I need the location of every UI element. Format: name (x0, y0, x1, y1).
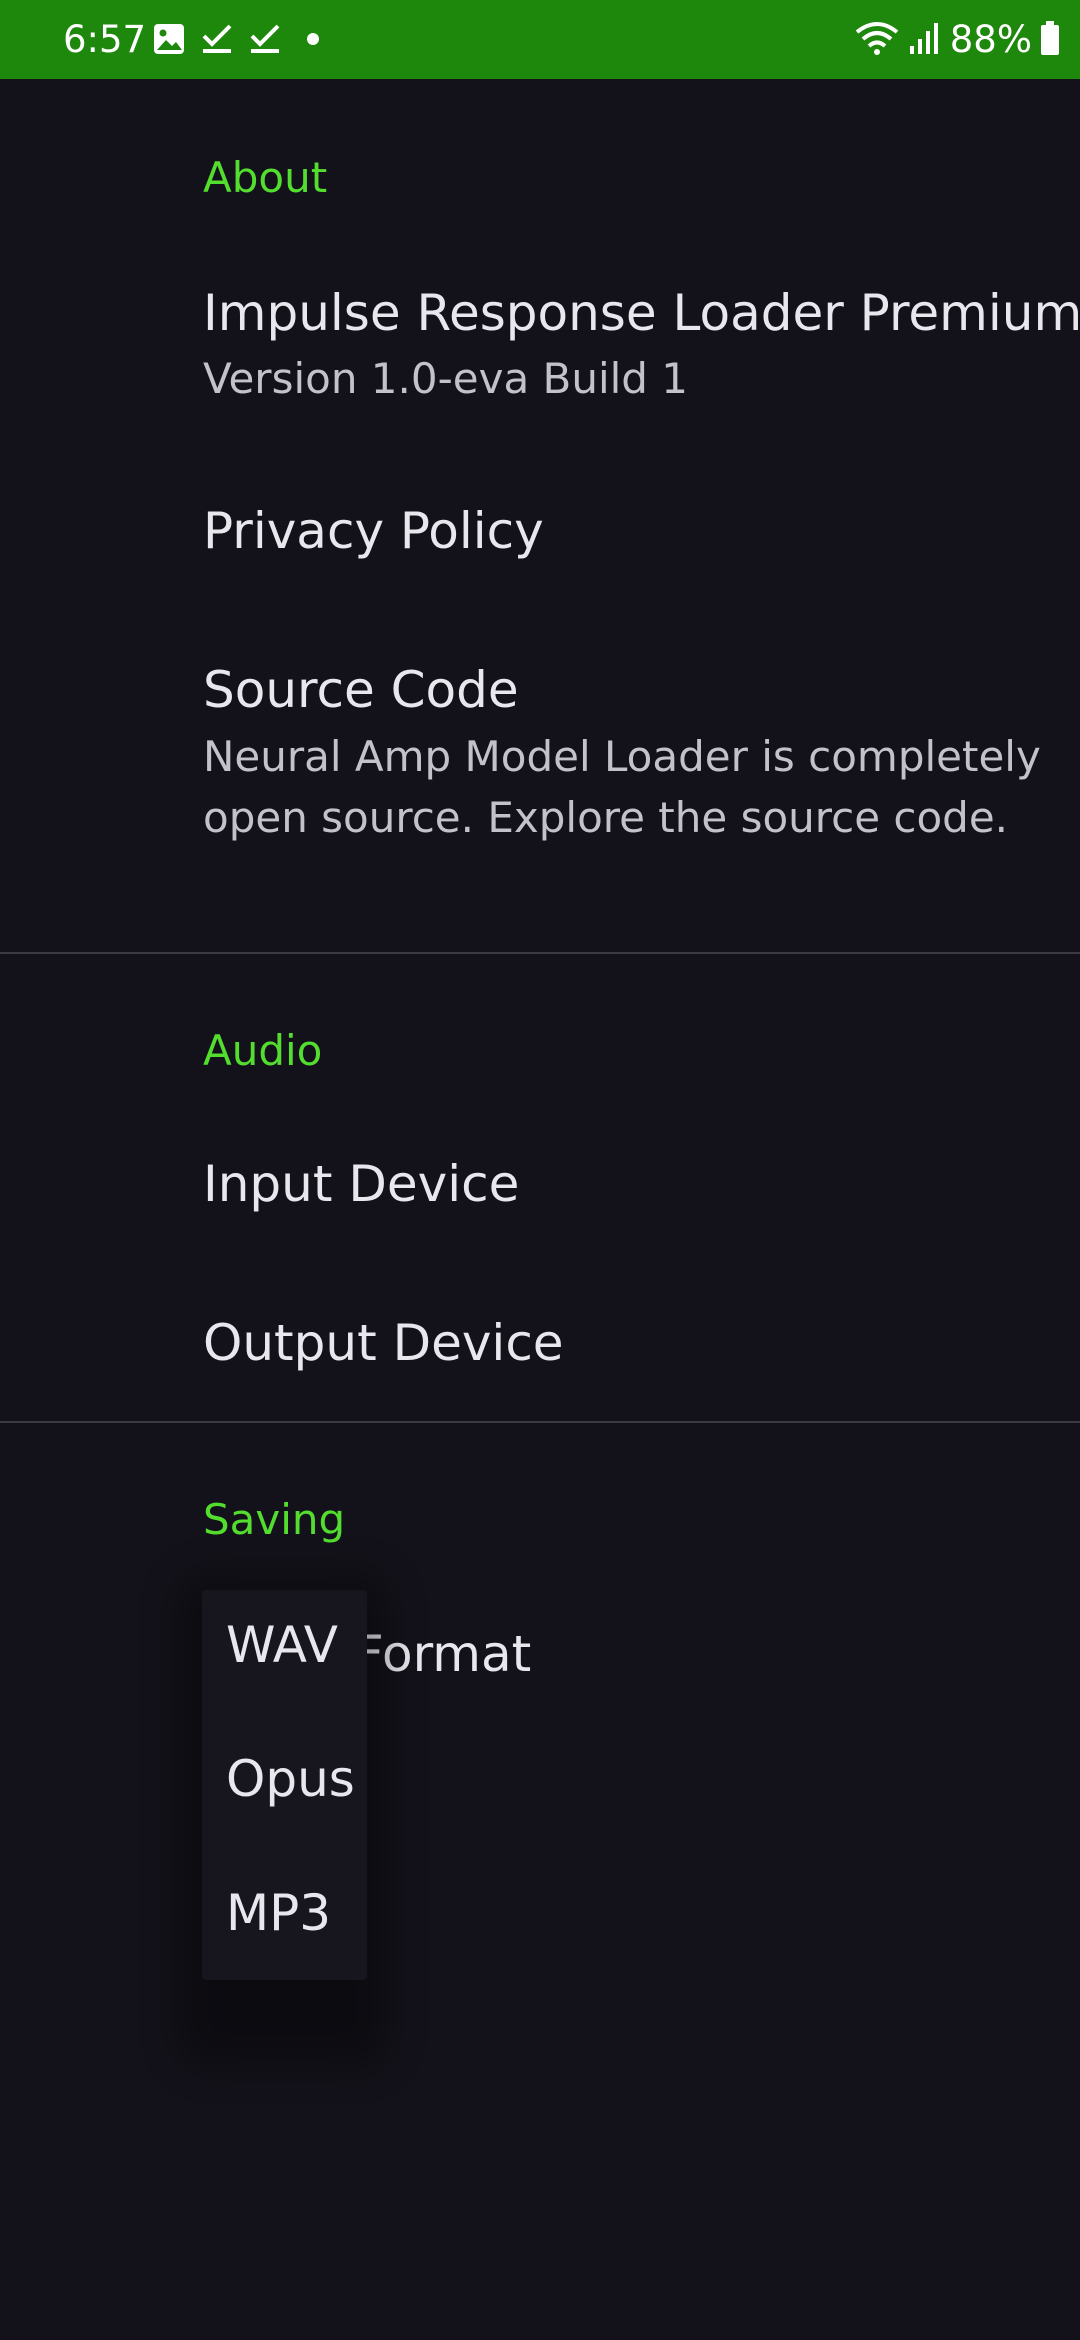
format-dropdown-menu: WAV Opus MP3 (202, 1590, 367, 1980)
pref-source-summary: Neural Amp Model Loader is completely op… (203, 732, 1041, 842)
gallery-icon (152, 22, 186, 56)
pref-privacy-policy[interactable]: Privacy Policy (203, 502, 544, 560)
status-bar: 6:57 88% (0, 0, 1080, 79)
check-icon (200, 22, 234, 56)
pref-input-device[interactable]: Input Device (203, 1155, 519, 1213)
battery-icon (1040, 20, 1060, 60)
settings-screen: 6:57 88% About Impulse Response Loader P… (0, 0, 1080, 2340)
dropdown-option-mp3[interactable]: MP3 (226, 1884, 331, 1942)
pref-app-version: Version 1.0-eva Build 1 (203, 354, 689, 403)
battery-percent: 88% (949, 18, 1032, 61)
signal-icon (908, 20, 942, 60)
dot-icon (296, 22, 330, 56)
check-icon (248, 22, 282, 56)
status-time: 6:57 (63, 18, 147, 61)
section-header-audio: Audio (203, 1026, 323, 1075)
dropdown-option-wav[interactable]: WAV (226, 1616, 338, 1674)
dropdown-option-opus[interactable]: Opus (226, 1750, 355, 1808)
pref-source-code[interactable]: Source Code (203, 661, 519, 719)
section-header-about: About (203, 153, 328, 202)
divider (0, 1421, 1080, 1423)
wifi-icon (854, 20, 900, 60)
status-right: 88% (854, 18, 1060, 62)
section-header-saving: Saving (203, 1495, 346, 1544)
pref-app-name[interactable]: Impulse Response Loader Premium (203, 284, 1080, 342)
divider (0, 952, 1080, 954)
pref-output-device[interactable]: Output Device (203, 1314, 564, 1372)
notification-icons (152, 22, 330, 56)
